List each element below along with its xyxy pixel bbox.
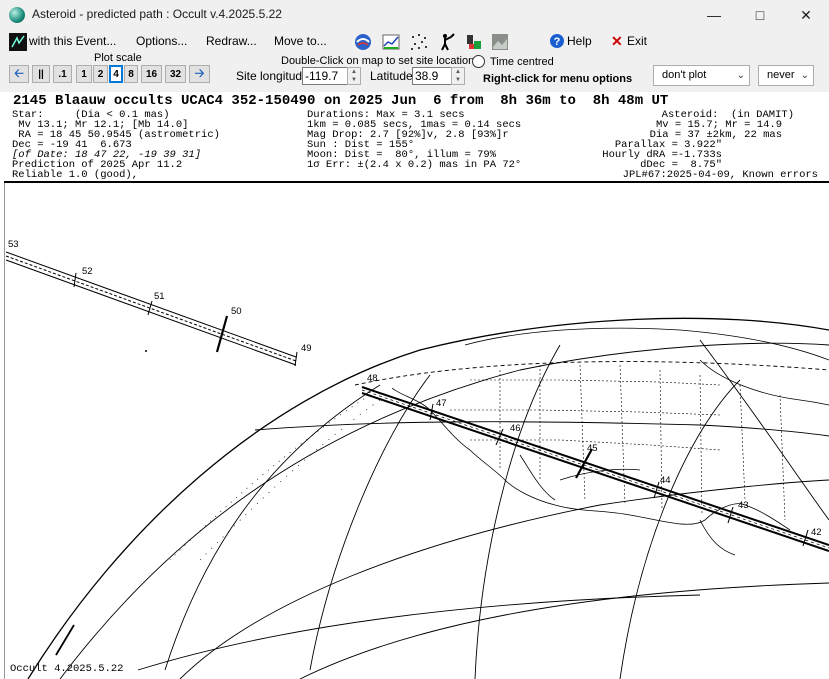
ground-track — [361, 386, 829, 552]
star-dot — [145, 350, 147, 352]
time-label: 44 — [660, 475, 671, 486]
time-label: 46 — [510, 423, 521, 434]
graticule-line — [254, 421, 829, 437]
state-border — [779, 394, 786, 521]
graticule-line — [299, 582, 829, 679]
time-label: 51 — [154, 291, 165, 302]
state-border — [470, 379, 721, 386]
time-label: 47 — [436, 398, 447, 409]
state-border — [739, 384, 746, 501]
time-label: 45 — [587, 443, 598, 454]
state-border — [450, 409, 721, 416]
version-footer: Occult 4.2025.5.22 — [10, 663, 123, 675]
state-border — [699, 374, 703, 516]
graticule-line — [137, 594, 701, 671]
coastline — [559, 468, 641, 481]
sky-track — [5, 251, 298, 367]
coastline — [464, 327, 829, 361]
graticule-line — [699, 339, 829, 521]
coastline — [519, 454, 556, 501]
earth-limb — [27, 317, 829, 679]
time-label: 42 — [811, 527, 822, 538]
state-border — [619, 364, 626, 506]
time-label: 50 — [231, 306, 242, 317]
limb-arc — [55, 624, 75, 656]
time-label: 43 — [738, 500, 749, 511]
time-label: 48 — [367, 373, 378, 384]
dashed-limit-line — [354, 361, 829, 386]
occultation-map: 53 52 51 50 49 48 47 46 45 44 43 42 Occu… — [5, 239, 829, 679]
time-label: 52 — [82, 266, 93, 277]
state-border — [579, 364, 586, 501]
centre-tick-mark — [215, 315, 229, 353]
graticule-line — [309, 374, 431, 671]
coastline — [699, 519, 736, 556]
time-label: 49 — [301, 343, 312, 354]
coastline — [391, 387, 791, 531]
tick-mark — [294, 351, 298, 367]
time-label: 53 — [8, 239, 19, 250]
graticule-line — [164, 384, 381, 671]
graticule-line — [474, 344, 561, 679]
